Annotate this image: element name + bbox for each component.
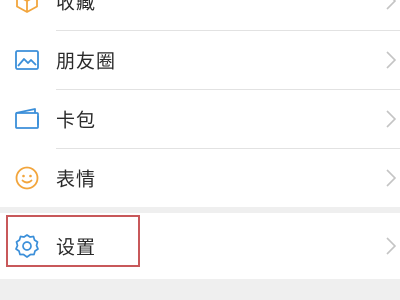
chevron-right-icon: [386, 51, 396, 69]
cube-icon: [13, 0, 41, 15]
menu-item-label: 表情: [56, 168, 97, 191]
gear-icon: [13, 232, 41, 260]
chevron-right-icon: [386, 237, 396, 255]
chevron-right-icon: [386, 0, 396, 10]
menu-item-label: 卡包: [56, 109, 97, 132]
menu-item-card-wallet[interactable]: 卡包: [0, 90, 400, 148]
menu-item-label: 收藏: [56, 0, 97, 14]
smiley-icon: [13, 164, 41, 192]
chevron-right-icon: [386, 110, 396, 128]
menu-item-moments[interactable]: 朋友圈: [0, 31, 400, 89]
chevron-right-icon: [386, 169, 396, 187]
menu-group-settings: 设置: [0, 213, 400, 279]
image-icon: [13, 46, 41, 74]
menu-group-primary: 收藏 朋友圈 卡包 表情: [0, 0, 400, 207]
menu-item-stickers[interactable]: 表情: [0, 149, 400, 207]
menu-item-settings[interactable]: 设置: [0, 217, 400, 275]
menu-item-label: 设置: [56, 236, 97, 259]
menu-item-favorites[interactable]: 收藏: [0, 0, 400, 30]
menu-item-label: 朋友圈: [56, 50, 117, 73]
card-wallet-icon: [13, 105, 41, 133]
